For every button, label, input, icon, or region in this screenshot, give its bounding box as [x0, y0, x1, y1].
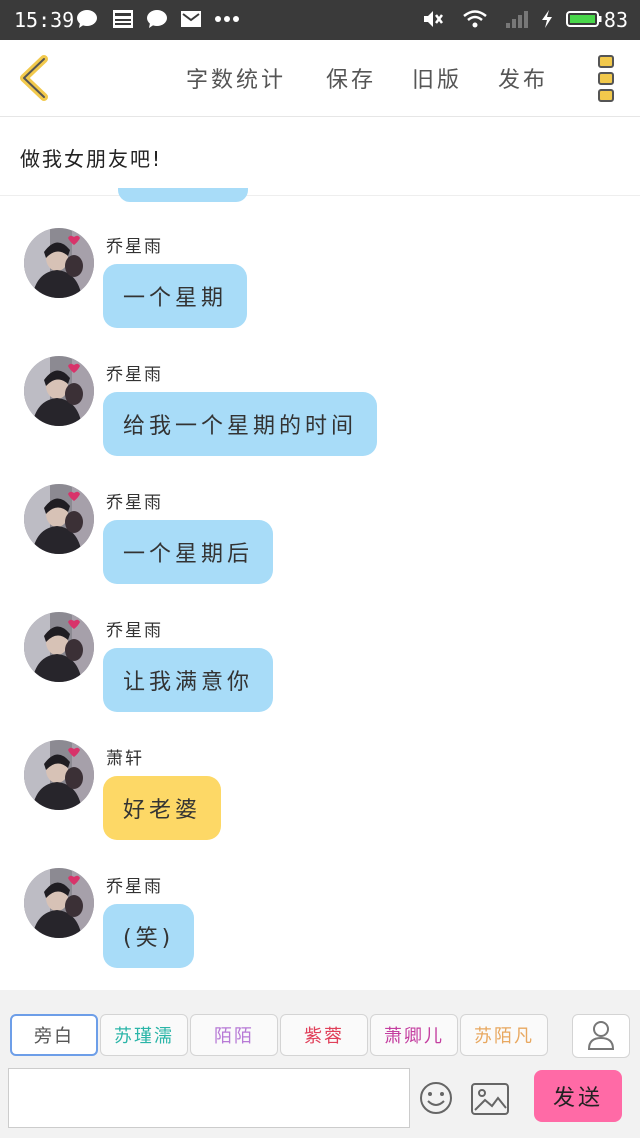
message-icon: [77, 10, 97, 28]
publish-button[interactable]: 发布: [498, 62, 548, 94]
more-notifications-icon: [215, 16, 239, 22]
back-arrow-icon[interactable]: [14, 54, 54, 102]
character-chip[interactable]: 陌陌: [190, 1014, 278, 1056]
chat-message: 乔星雨 (笑): [0, 836, 640, 968]
send-button[interactable]: 发送: [534, 1070, 622, 1122]
more-menu-icon[interactable]: [596, 54, 616, 104]
charging-icon: [542, 10, 552, 28]
character-chip[interactable]: 苏陌凡: [460, 1014, 548, 1056]
character-chip[interactable]: 萧卿儿: [370, 1014, 458, 1056]
character-chip[interactable]: 苏瑾濡: [100, 1014, 188, 1056]
chat-icon: [147, 10, 167, 28]
message-bubble[interactable]: 给我一个星期的时间: [103, 392, 378, 456]
mute-icon: [424, 11, 443, 27]
message-bubble[interactable]: 一个星期: [103, 264, 248, 328]
battery-icon: [566, 11, 602, 27]
sender-name: 乔星雨: [106, 877, 163, 897]
status-time: 15:39: [14, 8, 75, 32]
mail-icon: [181, 11, 201, 27]
chat-message: 乔星雨 一个星期: [0, 196, 640, 328]
status-bar: 15:39 83: [0, 0, 640, 40]
sender-name: 乔星雨: [106, 237, 163, 257]
character-chip[interactable]: 紫蓉: [280, 1014, 368, 1056]
message-bubble[interactable]: 让我满意你: [103, 648, 274, 712]
wifi-icon: [463, 10, 487, 28]
message-bubble[interactable]: (笑): [103, 904, 195, 968]
message-bubble[interactable]: 好老婆: [103, 776, 222, 840]
emoji-icon[interactable]: [418, 1080, 454, 1116]
sender-name: 萧轩: [106, 749, 144, 769]
message-input[interactable]: [8, 1068, 410, 1128]
chat-message: 乔星雨给我一个星期的时间: [0, 324, 640, 456]
user-icon: [587, 1021, 615, 1050]
story-title-bar: 做我女朋友吧!: [0, 117, 640, 196]
avatar[interactable]: [24, 484, 94, 554]
story-title[interactable]: 做我女朋友吧!: [20, 143, 162, 172]
news-icon: [113, 10, 133, 28]
avatar[interactable]: [24, 228, 94, 298]
sender-name: 乔星雨: [106, 493, 163, 513]
avatar[interactable]: [24, 868, 94, 938]
character-chip[interactable]: 旁白: [10, 1014, 98, 1056]
chat-list[interactable]: 乔星雨 一个星期 乔星雨 给我一个星期的时间 乔星雨 一个星期后 乔星雨 让我满意你 萧轩 好老婆…: [0, 196, 640, 988]
save-button[interactable]: 保存: [326, 62, 376, 94]
word-count-button[interactable]: 字数统计: [186, 62, 286, 94]
avatar[interactable]: [24, 356, 94, 426]
signal-icon: [506, 11, 528, 28]
battery-level: 83: [603, 8, 628, 32]
sender-name: 乔星雨: [106, 365, 163, 385]
avatar[interactable]: [24, 740, 94, 810]
old-version-button[interactable]: 旧版: [412, 62, 462, 94]
top-toolbar: 字数统计 保存 旧版 发布: [0, 40, 640, 117]
chat-message: 乔星雨 让我满意你: [0, 580, 640, 712]
avatar[interactable]: [24, 612, 94, 682]
image-icon[interactable]: [470, 1082, 510, 1116]
sender-name: 乔星雨: [106, 621, 163, 641]
composer-panel: 旁白 苏瑾濡 陌陌 紫蓉 萧卿儿 苏陌凡 发送: [0, 990, 640, 1138]
add-character-button[interactable]: [572, 1014, 630, 1058]
chat-message: 萧轩 好老婆: [0, 708, 640, 840]
chat-message: 乔星雨 一个星期后: [0, 452, 640, 584]
message-bubble[interactable]: 一个星期后: [103, 520, 274, 584]
